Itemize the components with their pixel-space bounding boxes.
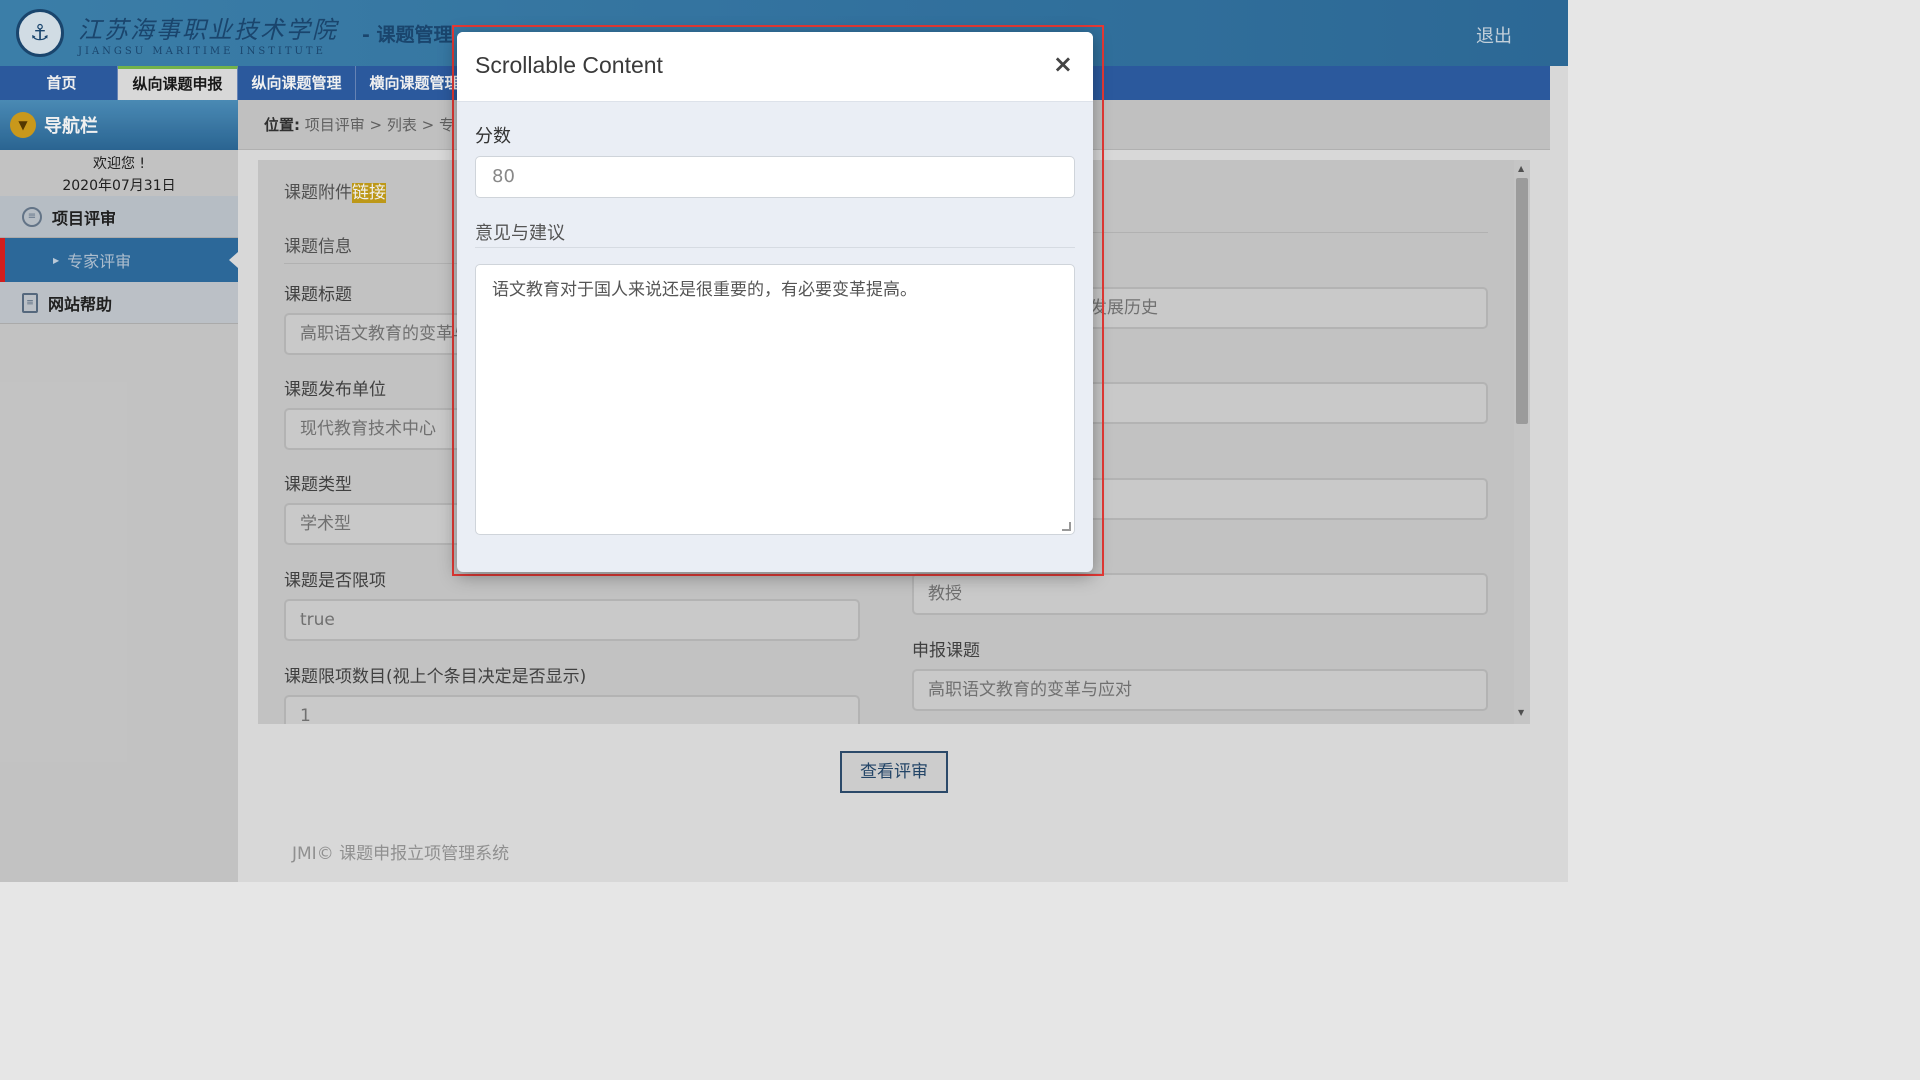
modal-header: Scrollable Content × xyxy=(457,32,1093,102)
review-modal: Scrollable Content × 分数 80 意见与建议 语文教育对于国… xyxy=(457,32,1093,572)
score-input[interactable]: 80 xyxy=(475,156,1075,198)
score-label: 分数 xyxy=(475,126,511,147)
modal-title: Scrollable Content xyxy=(475,52,663,78)
comment-textarea[interactable]: 语文教育对于国人来说还是很重要的，有必要变革提高。 xyxy=(475,264,1075,535)
comment-label: 意见与建议 xyxy=(475,219,1075,248)
comment-text: 语文教育对于国人来说还是很重要的，有必要变革提高。 xyxy=(492,280,917,300)
resize-handle-icon[interactable] xyxy=(1062,522,1071,531)
close-icon[interactable]: × xyxy=(1053,50,1073,78)
